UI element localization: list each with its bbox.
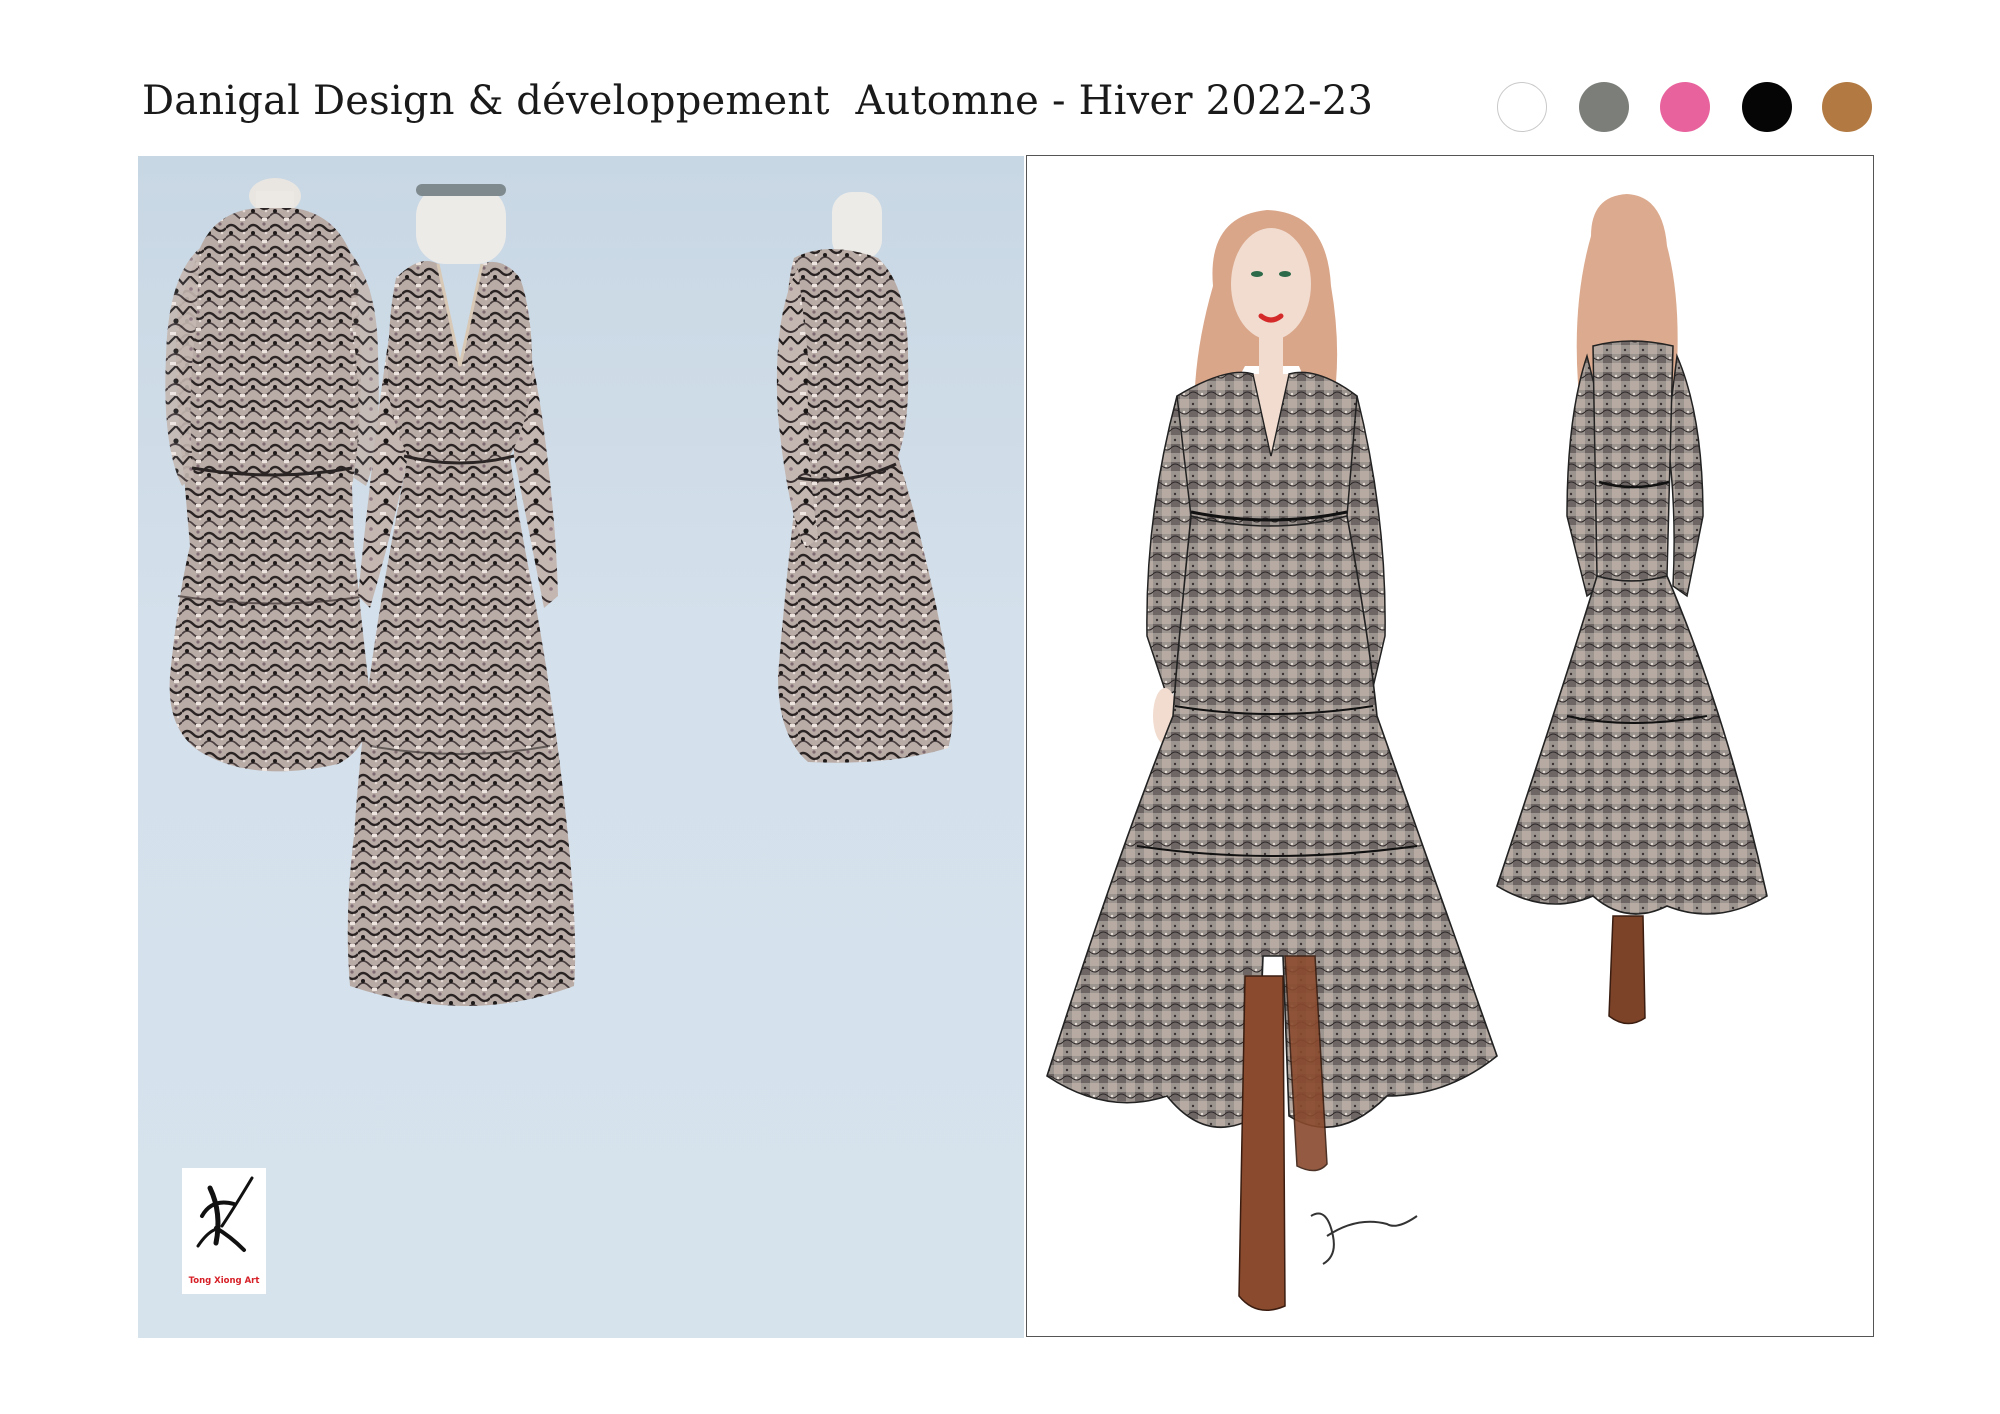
swatch-caramel — [1822, 82, 1872, 132]
tong-xiong-art-logo: Tong Xiong Art — [182, 1168, 266, 1294]
logo-text: Tong Xiong Art — [188, 1276, 260, 1286]
front-view — [347, 184, 576, 1006]
swatch-pink — [1660, 82, 1710, 132]
illustration-panel — [1026, 155, 1874, 1337]
swatch-grey — [1579, 82, 1629, 132]
fashion-illustration — [1046, 194, 1768, 1311]
back-figure — [1496, 194, 1768, 1025]
mannequin-photos — [165, 178, 953, 1006]
back-view — [165, 178, 379, 772]
calligraphy-mark-icon — [196, 1176, 254, 1252]
photo-panel — [138, 156, 1024, 1338]
front-figure — [1046, 210, 1498, 1311]
side-view — [776, 192, 953, 763]
swatch-white — [1497, 82, 1547, 132]
page-title: Danigal Design & développement Automne -… — [142, 78, 1374, 124]
artist-signature — [1310, 1212, 1418, 1265]
swatch-black — [1742, 82, 1792, 132]
